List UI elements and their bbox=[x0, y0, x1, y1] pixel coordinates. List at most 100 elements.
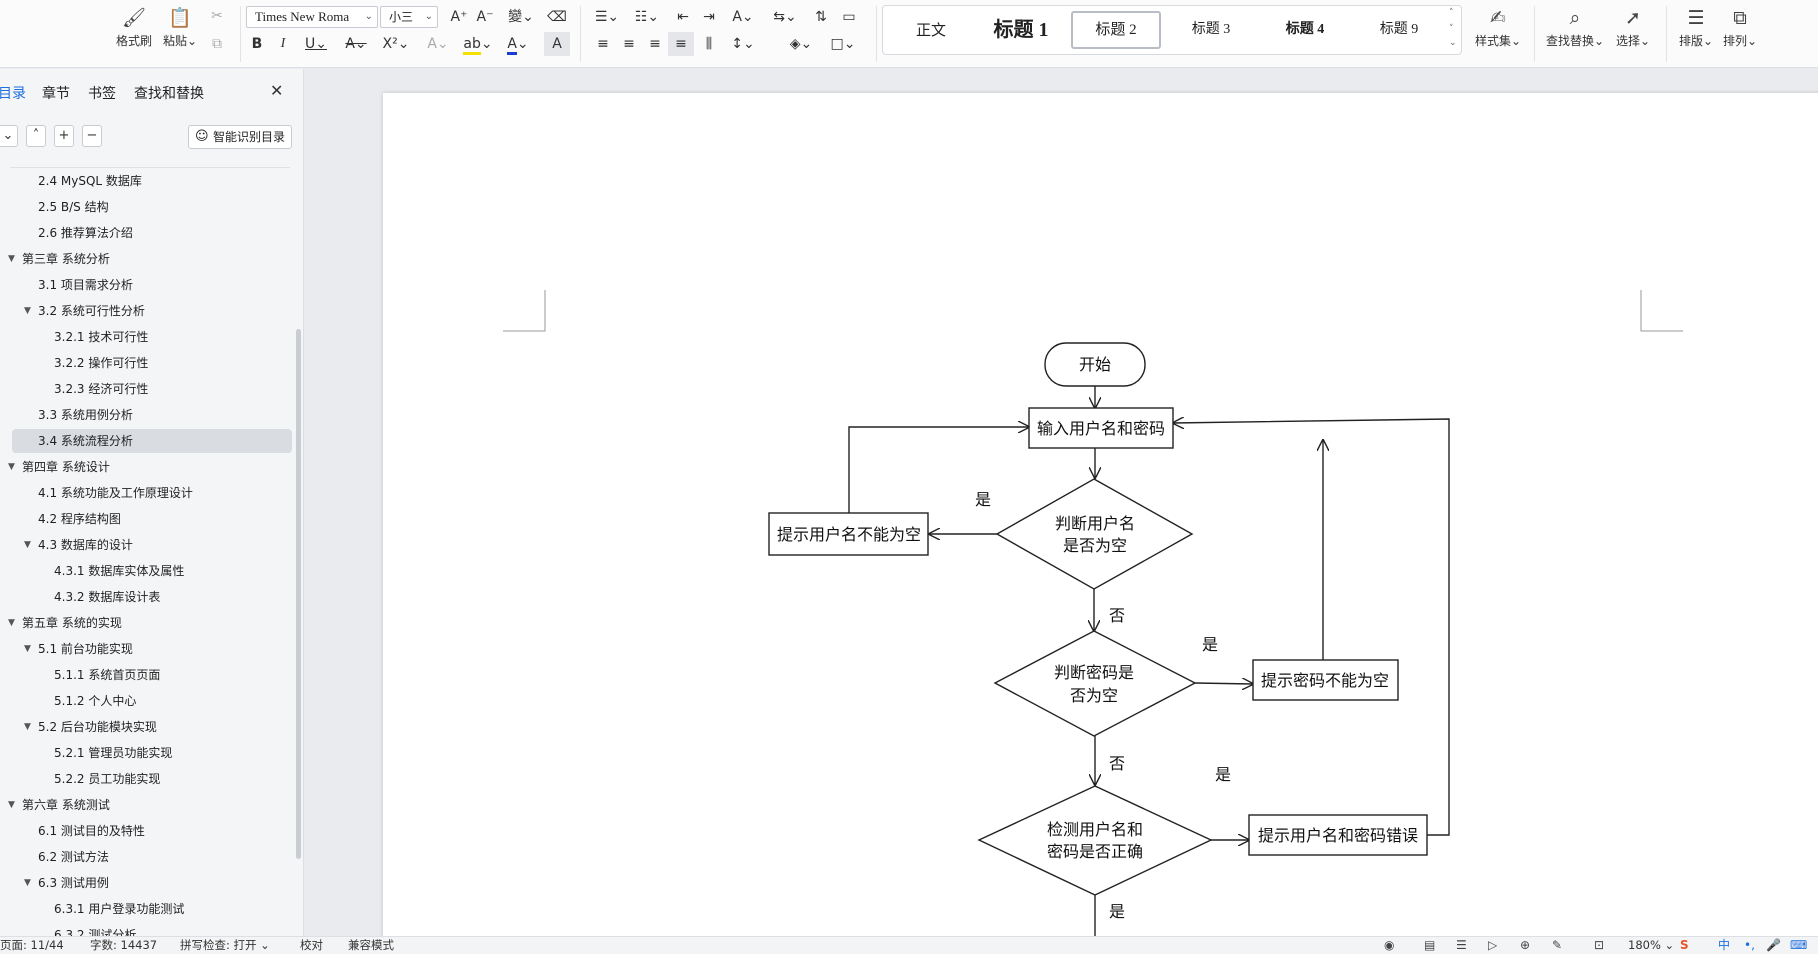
copy-icon[interactable]: ⧉ bbox=[204, 32, 230, 56]
toc-item[interactable]: 6.1 测试目的及特性 bbox=[12, 819, 292, 843]
bullet-list-icon[interactable]: ☰⌄ bbox=[590, 5, 624, 29]
toc-item[interactable]: 3.2.2 操作可行性 bbox=[12, 351, 292, 375]
expand-arrow-icon[interactable]: ▼ bbox=[8, 247, 15, 271]
toc-item[interactable]: ▼ 4.3 数据库的设计 bbox=[12, 533, 292, 557]
highlight-icon[interactable]: ab⌄ bbox=[460, 32, 496, 56]
toc-item[interactable]: 3.2.1 技术可行性 bbox=[12, 325, 292, 349]
tab-bookmarks[interactable]: 书签 bbox=[88, 83, 116, 103]
toc-item[interactable]: 5.1.2 个人中心 bbox=[12, 689, 292, 713]
toc-item[interactable]: 4.2 程序结构图 bbox=[12, 507, 292, 531]
justify-icon[interactable]: ≡ bbox=[668, 32, 694, 56]
toc-item[interactable]: 4.3.2 数据库设计表 bbox=[12, 585, 292, 609]
toc-item[interactable]: ▼ 第五章 系统的实现 bbox=[8, 611, 292, 635]
phonetic-guide-icon[interactable]: 變⌄ bbox=[504, 5, 538, 29]
toc-item[interactable]: 4.1 系统功能及工作原理设计 bbox=[12, 481, 292, 505]
expand-arrow-icon[interactable]: ▼ bbox=[24, 299, 31, 323]
toc-item[interactable]: 6.2 测试方法 bbox=[12, 845, 292, 869]
style-heading-9[interactable]: 标题 9 bbox=[1355, 11, 1443, 49]
superscript-icon[interactable]: X²⌄ bbox=[378, 32, 414, 56]
style-heading-2[interactable]: 标题 2 bbox=[1071, 11, 1161, 49]
strikethrough-icon[interactable]: A⌄ bbox=[338, 32, 374, 56]
underline-icon[interactable]: U⌄ bbox=[298, 32, 334, 56]
char-shading-icon[interactable]: A bbox=[544, 32, 570, 56]
toc-item[interactable]: ▼ 第六章 系统测试 bbox=[8, 793, 292, 817]
page-view-icon[interactable]: ▤ bbox=[1424, 937, 1435, 954]
font-name-select[interactable]: Times New Roma ⌄ bbox=[246, 6, 378, 28]
tab-find-replace[interactable]: 查找和替换 bbox=[134, 83, 204, 103]
gallery-more-icon[interactable]: ⌄ bbox=[1449, 38, 1457, 48]
expand-arrow-icon[interactable]: ▼ bbox=[24, 871, 31, 895]
gallery-up-icon[interactable]: ˄ bbox=[1449, 8, 1454, 18]
ime-chinese-icon[interactable]: 中 bbox=[1718, 937, 1730, 954]
toc-item[interactable]: ▼ 5.1 前台功能实现 bbox=[12, 637, 292, 661]
align-right-icon[interactable]: ≡ bbox=[642, 32, 668, 56]
layout-button[interactable]: ☰ 排版⌄ bbox=[1674, 4, 1718, 56]
style-heading-3[interactable]: 标题 3 bbox=[1167, 11, 1255, 49]
zoom-level[interactable]: 180% ⌄ bbox=[1628, 937, 1674, 954]
numbered-list-icon[interactable]: ☷⌄ bbox=[630, 5, 664, 29]
toc-item[interactable]: 3.4 系统流程分析 bbox=[12, 429, 292, 453]
decrease-indent-icon[interactable]: ⇤ bbox=[670, 5, 696, 29]
toc-item[interactable]: 4.3.1 数据库实体及属性 bbox=[12, 559, 292, 583]
style-heading-4[interactable]: 标题 4 bbox=[1261, 11, 1349, 49]
toc-item[interactable]: ▼ 5.2 后台功能模块实现 bbox=[12, 715, 292, 739]
italic-icon[interactable]: I bbox=[270, 32, 296, 56]
toc-item[interactable]: 3.3 系统用例分析 bbox=[12, 403, 292, 427]
toc-item[interactable]: ▼ 3.2 系统可行性分析 bbox=[12, 299, 292, 323]
style-heading-1[interactable]: 标题 1 bbox=[977, 11, 1065, 49]
toc-scrollbar[interactable] bbox=[296, 329, 301, 859]
toc-item[interactable]: 6.3.1 用户登录功能测试 bbox=[12, 897, 292, 921]
page-indicator[interactable]: 页面: 11/44 bbox=[0, 937, 64, 954]
toc-item[interactable]: 6.3.2 测试分析 bbox=[12, 923, 292, 936]
shrink-font-icon[interactable]: A⁻ bbox=[472, 5, 498, 29]
format-painter-button[interactable]: 🖌 格式刷 bbox=[110, 4, 158, 56]
cut-icon[interactable]: ✂ bbox=[204, 4, 230, 28]
toc-item[interactable]: ▼ 6.3 测试用例 bbox=[12, 871, 292, 895]
tab-chapters[interactable]: 章节 bbox=[42, 83, 70, 103]
fit-page-icon[interactable]: ⊡ bbox=[1594, 937, 1604, 954]
ime-logo-icon[interactable]: S bbox=[1680, 937, 1689, 954]
pen-icon[interactable]: ✎ bbox=[1552, 937, 1562, 954]
text-effect-icon[interactable]: A⌄ bbox=[420, 32, 456, 56]
document-page[interactable]: 开始 输入用户名和密码 判断用户名 是否为空 提示用户名不能为空 判断密码是 否… bbox=[383, 93, 1818, 936]
move-up-button[interactable]: ˄ bbox=[26, 125, 46, 147]
find-replace-button[interactable]: ⌕ 查找替换⌄ bbox=[1544, 4, 1606, 56]
expand-arrow-icon[interactable]: ▼ bbox=[8, 455, 15, 479]
toc-item[interactable]: 5.2.2 员工功能实现 bbox=[12, 767, 292, 791]
bold-icon[interactable]: B bbox=[244, 32, 270, 56]
microphone-icon[interactable]: 🎤 bbox=[1766, 937, 1781, 954]
toc-item[interactable]: 2.5 B/S 结构 bbox=[12, 195, 292, 219]
toc-item[interactable]: 3.2.3 经济可行性 bbox=[12, 377, 292, 401]
paste-button[interactable]: 📋 粘贴⌄ bbox=[156, 4, 204, 56]
arrange-button[interactable]: ⧉ 排列⌄ bbox=[1718, 4, 1762, 56]
border-icon[interactable]: □⌄ bbox=[826, 32, 860, 56]
show-marks-icon[interactable]: ▭ bbox=[836, 5, 862, 29]
clear-format-icon[interactable]: ⌫ bbox=[544, 5, 570, 29]
remove-heading-button[interactable]: − bbox=[82, 125, 102, 147]
toc-item[interactable]: 5.1.1 系统首页页面 bbox=[12, 663, 292, 687]
smart-toc-button[interactable]: ☺ 智能识别目录 bbox=[188, 125, 292, 149]
add-heading-button[interactable]: + bbox=[54, 125, 74, 147]
font-color-icon[interactable]: A⌄ bbox=[500, 32, 536, 56]
toc-item[interactable]: 2.6 推荐算法介绍 bbox=[12, 221, 292, 245]
align-left-icon[interactable]: ≡ bbox=[590, 32, 616, 56]
expand-arrow-icon[interactable]: ▼ bbox=[24, 533, 31, 557]
close-icon[interactable]: ✕ bbox=[270, 81, 283, 100]
align-center-icon[interactable]: ≡ bbox=[616, 32, 642, 56]
toc-item[interactable]: 5.2.1 管理员功能实现 bbox=[12, 741, 292, 765]
proofread-button[interactable]: 校对 bbox=[300, 937, 323, 954]
increase-indent-icon[interactable]: ⇥ bbox=[696, 5, 722, 29]
line-spacing-icon[interactable]: ↕⌄ bbox=[726, 32, 760, 56]
spell-check-toggle[interactable]: 拼写检查: 打开 ⌄ bbox=[180, 937, 270, 954]
chinese-layout-icon[interactable]: ⇆⌄ bbox=[768, 5, 802, 29]
style-normal[interactable]: 正文 bbox=[893, 11, 969, 49]
expand-arrow-icon[interactable]: ▼ bbox=[24, 715, 31, 739]
shading-fill-icon[interactable]: ◈⌄ bbox=[784, 32, 818, 56]
distributed-icon[interactable]: ⫼ bbox=[696, 32, 722, 56]
ime-punct-icon[interactable]: •, bbox=[1744, 937, 1755, 954]
keyboard-icon[interactable]: ⌨ bbox=[1790, 937, 1807, 954]
select-button[interactable]: ➚ 选择⌄ bbox=[1610, 4, 1656, 56]
expand-arrow-icon[interactable]: ▼ bbox=[24, 637, 31, 661]
sort-icon[interactable]: ⇅ bbox=[808, 5, 834, 29]
toc-item[interactable]: ▼ 第四章 系统设计 bbox=[8, 455, 292, 479]
